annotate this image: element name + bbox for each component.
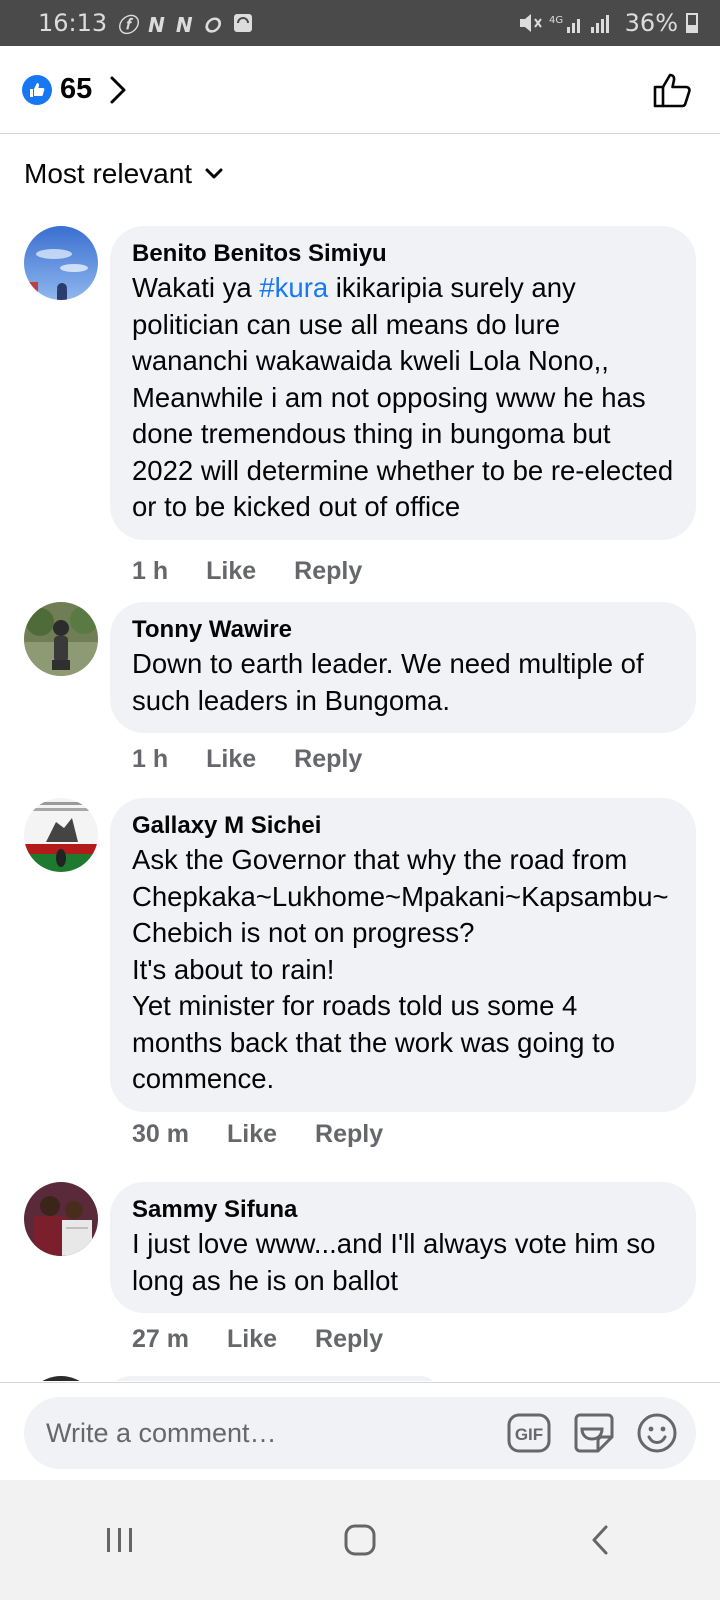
recents-icon — [107, 1528, 132, 1552]
comment-actions: 27 m Like Reply — [132, 1325, 383, 1354]
comment-composer: GIF — [0, 1382, 720, 1482]
reply-link[interactable]: Reply — [315, 1325, 383, 1354]
comment-text-part: ikikaripia surely any politician can use… — [132, 272, 674, 522]
back-icon — [592, 1525, 608, 1555]
chevron-right-icon[interactable] — [108, 74, 128, 106]
status-bar: 16:13 ⓕ N N ⭘ 4G 36% — [0, 0, 720, 46]
avatar[interactable] — [24, 798, 98, 872]
comment-text-part: Wakati ya — [132, 272, 260, 303]
recents-button[interactable] — [80, 1500, 160, 1580]
mute-icon — [519, 14, 542, 32]
comment-bubble[interactable] — [110, 1376, 440, 1381]
svg-text:4G: 4G — [549, 15, 563, 26]
notification-icons: ⓕ N N ⭘ — [117, 12, 222, 37]
comment-actions: 30 m Like Reply — [132, 1120, 383, 1149]
reaction-count: 65 — [60, 73, 93, 105]
comment-bubble[interactable]: Sammy Sifuna I just love www...and I'll … — [110, 1182, 696, 1313]
comment-input[interactable] — [46, 1417, 506, 1449]
comment-time[interactable]: 30 m — [132, 1120, 189, 1149]
comment-text: Wakati ya #kura ikikaripia surely any po… — [132, 270, 674, 526]
hashtag-link[interactable]: #kura — [259, 272, 328, 303]
comment-bubble[interactable]: Tonny Wawire Down to earth leader. We ne… — [110, 602, 696, 733]
reply-link[interactable]: Reply — [315, 1120, 383, 1149]
battery-percent: 36% — [624, 9, 678, 37]
sticker-icon[interactable] — [572, 1411, 616, 1455]
comments-sheet: 65 Most relevant Benito Benitos Simiyu W… — [0, 46, 720, 1600]
reactions-header[interactable]: 65 — [0, 46, 720, 134]
comment-text: I just love www...and I'll always vote h… — [132, 1228, 656, 1296]
comment-text: Down to earth leader. We need multiple o… — [132, 648, 644, 716]
comment-author[interactable]: Sammy Sifuna — [132, 1194, 674, 1226]
like-link[interactable]: Like — [227, 1325, 277, 1354]
sort-dropdown[interactable]: Most relevant — [24, 158, 224, 190]
signal-icon: 4G — [549, 15, 609, 33]
avatar[interactable] — [24, 602, 98, 676]
home-icon — [344, 1524, 376, 1556]
like-link[interactable]: Like — [206, 745, 256, 774]
comment-bubble[interactable]: Gallaxy M Sichei Ask the Governor that w… — [110, 798, 696, 1112]
gif-label: GIF — [515, 1425, 543, 1444]
chevron-down-icon — [205, 168, 223, 179]
like-reaction-icon — [22, 74, 52, 105]
reply-link[interactable]: Reply — [294, 745, 362, 774]
like-button-icon[interactable] — [652, 71, 692, 109]
comments-list: Benito Benitos Simiyu Wakati ya #kura ik… — [0, 226, 720, 1381]
back-button[interactable] — [560, 1500, 640, 1580]
avatar[interactable] — [24, 1376, 98, 1381]
emoji-icon[interactable] — [636, 1412, 678, 1454]
comment-author[interactable]: Gallaxy M Sichei — [132, 810, 674, 842]
comment-time[interactable]: 27 m — [132, 1325, 189, 1354]
home-button[interactable] — [320, 1500, 400, 1580]
system-nav-bar — [0, 1480, 720, 1600]
like-link[interactable]: Like — [206, 557, 256, 586]
comment-time[interactable]: 1 h — [132, 557, 168, 586]
comment-text: Ask the Governor that why the road from … — [132, 844, 669, 1094]
like-link[interactable]: Like — [227, 1120, 277, 1149]
gif-icon[interactable]: GIF — [506, 1412, 552, 1454]
avatar[interactable] — [24, 226, 98, 300]
screenshot-icon — [233, 14, 252, 32]
comment-input-box[interactable]: GIF — [24, 1397, 696, 1469]
sort-label: Most relevant — [24, 158, 193, 189]
avatar[interactable] — [24, 1182, 98, 1256]
battery-icon — [686, 13, 698, 33]
comment-author[interactable]: Tonny Wawire — [132, 614, 674, 646]
comment-actions: 1 h Like Reply — [132, 557, 362, 586]
comment-bubble[interactable]: Benito Benitos Simiyu Wakati ya #kura ik… — [110, 226, 696, 540]
comment-author[interactable]: Benito Benitos Simiyu — [132, 238, 674, 270]
comment-actions: 1 h Like Reply — [132, 745, 362, 774]
status-time: 16:13 — [38, 9, 108, 37]
reply-link[interactable]: Reply — [294, 557, 362, 586]
comment-time[interactable]: 1 h — [132, 745, 168, 774]
